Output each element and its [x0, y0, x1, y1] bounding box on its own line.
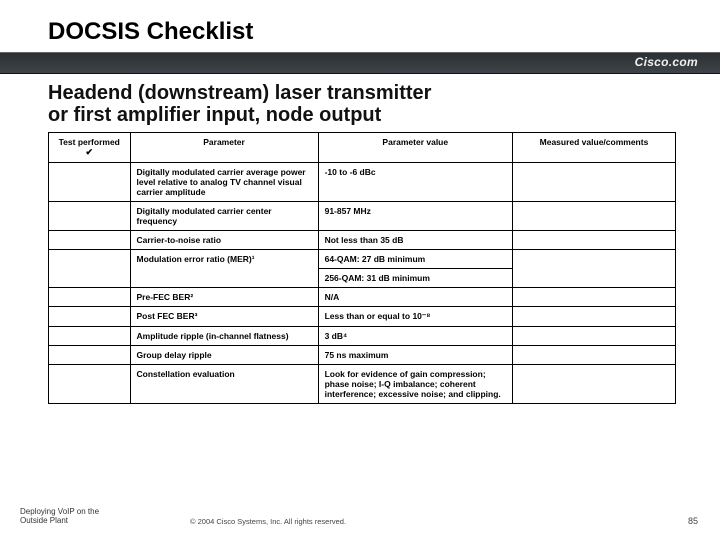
table-row: Amplitude ripple (in-channel flatness) 3…: [49, 327, 676, 346]
cell-value: N/A: [318, 288, 512, 307]
cell-value: Less than or equal to 10⁻⁸: [318, 307, 512, 327]
cell-value: Look for evidence of gain compression; p…: [318, 365, 512, 404]
footer-line-1: Deploying VoIP on the: [20, 507, 99, 516]
cell-value: 3 dB⁴: [318, 327, 512, 346]
col-parameter-value: Parameter value: [318, 133, 512, 163]
col-test-performed-label: Test performed: [59, 137, 120, 147]
page-title: DOCSIS Checklist: [48, 18, 720, 46]
cell-param: Digitally modulated carrier center frequ…: [130, 202, 318, 231]
copyright: © 2004 Cisco Systems, Inc. All rights re…: [190, 517, 346, 526]
cell-param: Amplitude ripple (in-channel flatness): [130, 327, 318, 346]
cell-param: Pre-FEC BER²: [130, 288, 318, 307]
footer-line-2: Outside Plant: [20, 516, 68, 525]
cell-param: Constellation evaluation: [130, 365, 318, 404]
cell-value: Not less than 35 dB: [318, 231, 512, 250]
col-measured: Measured value/comments: [512, 133, 675, 163]
table-row: Group delay ripple 75 ns maximum: [49, 346, 676, 365]
col-parameter: Parameter: [130, 133, 318, 163]
table-row: Modulation error ratio (MER)¹ 64-QAM: 27…: [49, 250, 676, 269]
table-row: Digitally modulated carrier average powe…: [49, 163, 676, 202]
cell-param: Group delay ripple: [130, 346, 318, 365]
table-row: Post FEC BER³ Less than or equal to 10⁻⁸: [49, 307, 676, 327]
table-row: Constellation evaluation Look for eviden…: [49, 365, 676, 404]
brand-bar: Cisco.com: [0, 52, 720, 74]
page-number: 85: [688, 516, 698, 526]
brand-label: Cisco.com: [635, 55, 698, 69]
cell-value: 91-857 MHz: [318, 202, 512, 231]
table-row: Pre-FEC BER² N/A: [49, 288, 676, 307]
cell-value: 64-QAM: 27 dB minimum: [318, 250, 512, 269]
cell-value: 256-QAM: 31 dB minimum: [318, 269, 512, 288]
table-row: Digitally modulated carrier center frequ…: [49, 202, 676, 231]
checkmark-icon: ✔: [55, 147, 124, 158]
cell-param: Digitally modulated carrier average powe…: [130, 163, 318, 202]
subtitle: Headend (downstream) laser transmitter o…: [0, 74, 720, 132]
subtitle-line-1: Headend (downstream) laser transmitter: [48, 82, 431, 104]
checklist-table: Test performed ✔ Parameter Parameter val…: [48, 132, 676, 404]
footer-title: Deploying VoIP on the Outside Plant: [20, 508, 99, 526]
table-header-row: Test performed ✔ Parameter Parameter val…: [49, 133, 676, 163]
cell-value: -10 to -6 dBc: [318, 163, 512, 202]
col-test-performed: Test performed ✔: [49, 133, 131, 163]
cell-value: 75 ns maximum: [318, 346, 512, 365]
subtitle-line-2: or first amplifier input, node output: [48, 104, 381, 126]
cell-param: Carrier-to-noise ratio: [130, 231, 318, 250]
cell-param: Post FEC BER³: [130, 307, 318, 327]
cell-param: Modulation error ratio (MER)¹: [130, 250, 318, 288]
table-row: Carrier-to-noise ratio Not less than 35 …: [49, 231, 676, 250]
